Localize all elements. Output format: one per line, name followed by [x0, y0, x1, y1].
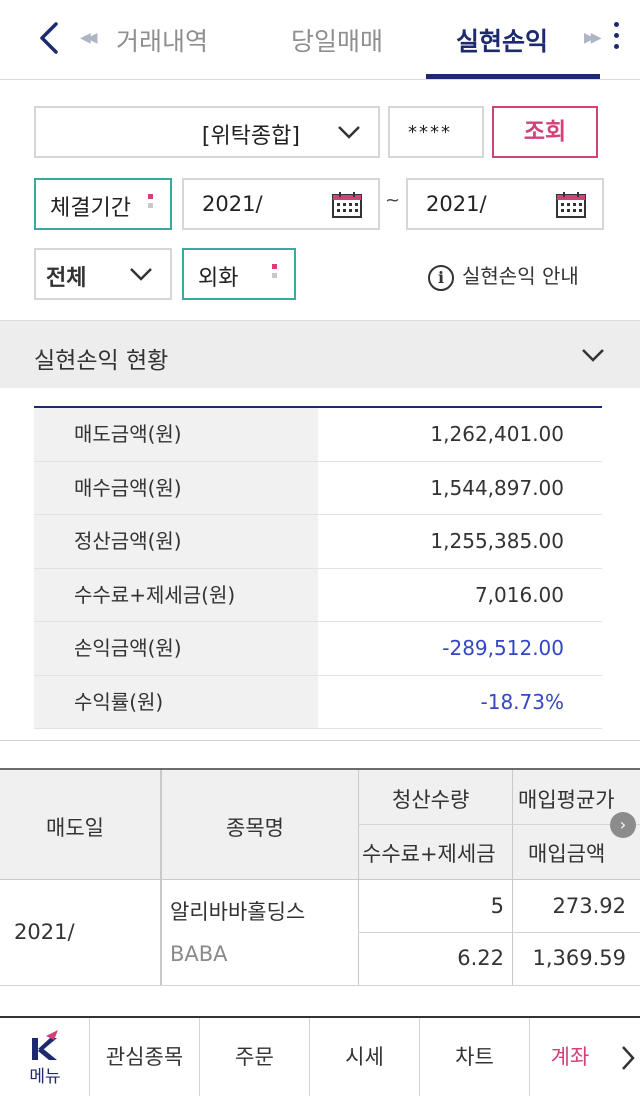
row-divider — [358, 932, 640, 933]
password-field[interactable]: **** — [388, 106, 484, 158]
column-divider — [160, 770, 162, 986]
tab-realized-profit[interactable]: 실현손익 — [456, 22, 548, 58]
cell-stock-name[interactable]: 알리바바홀딩스 — [170, 896, 305, 926]
info-icon: i — [428, 264, 454, 291]
date-from-field[interactable]: 2021/ — [182, 178, 380, 230]
date-to-field[interactable]: 2021/ — [406, 178, 604, 230]
chevron-right-icon[interactable] — [620, 1044, 636, 1072]
summary-label: 손익금액(원) — [34, 622, 318, 675]
trade-kind-select[interactable]: 전체 — [34, 248, 172, 300]
row-divider — [358, 824, 640, 825]
cell-settle-qty: 5 — [490, 894, 504, 918]
period-label: 체결기간 — [50, 196, 131, 221]
more-options-icon[interactable] — [606, 18, 626, 58]
tab-transaction-history[interactable]: 거래내역 — [116, 22, 208, 58]
nav-quotes[interactable]: 시세 — [310, 1018, 420, 1096]
summary-value: 1,255,385.00 — [430, 529, 564, 553]
cell-sell-date: 2021/ — [14, 920, 75, 944]
header-settle-qty: 청산수량 — [392, 788, 470, 812]
header-fee-tax: 수수료+제세금 — [362, 842, 496, 866]
summary-label: 매수금액(원) — [34, 461, 318, 514]
nav-chart[interactable]: 차트 — [420, 1018, 530, 1096]
summary-row: 매도금액(원) 1,262,401.00 — [34, 408, 602, 462]
summary-row: 매수금액(원) 1,544,897.00 — [34, 461, 602, 515]
period-type-select[interactable]: 체결기간 — [34, 178, 172, 230]
menu-label: 메뉴 — [29, 1067, 61, 1087]
summary-label: 수수료+제세금(원) — [34, 568, 318, 621]
scroll-right-icon[interactable]: › — [610, 812, 636, 838]
account-select[interactable]: [위탁종합] — [34, 106, 380, 158]
tab-daily-trades[interactable]: 당일매매 — [291, 22, 383, 58]
nav-watchlist[interactable]: 관심종목 — [90, 1018, 200, 1096]
double-chevron-left-icon[interactable]: ◀◀ — [80, 30, 97, 46]
date-from-value: 2021/ — [202, 192, 263, 216]
summary-label: 수익률(원) — [34, 675, 318, 728]
cell-buy-amount: 1,369.59 — [532, 946, 626, 970]
header-avg-buy-price: 매입평균가 — [518, 788, 615, 812]
column-divider — [512, 770, 513, 986]
summary-label: 매도금액(원) — [34, 408, 318, 461]
row-divider — [0, 985, 640, 986]
dots-icon — [148, 194, 154, 212]
summary-row: 손익금액(원) -289,512.00 — [34, 622, 602, 676]
cell-fee-tax: 6.22 — [457, 946, 504, 970]
summary-value: 1,544,897.00 — [430, 475, 564, 500]
calendar-icon[interactable] — [332, 192, 362, 218]
search-button[interactable]: 조회 — [492, 106, 598, 158]
currency-select[interactable]: 외화 — [182, 248, 296, 300]
date-range-separator: ~ — [385, 190, 401, 211]
trade-kind-value: 전체 — [46, 266, 87, 291]
header-stock-name: 종목명 — [226, 816, 284, 840]
summary-row: 수익률(원) -18.73% — [34, 675, 602, 729]
dots-icon — [272, 264, 278, 282]
summary-value: -18.73% — [480, 689, 564, 714]
calendar-icon[interactable] — [556, 192, 586, 218]
header-sell-date: 매도일 — [46, 816, 104, 840]
header-buy-amount: 매입금액 — [528, 842, 606, 866]
section-title: 실현손익 현황 — [34, 348, 169, 374]
password-mask: **** — [408, 122, 452, 143]
trade-table: 매도일 종목명 청산수량 수수료+제세금 매입평균가 매입금액 › 2021/ … — [0, 768, 640, 986]
chevron-down-icon — [338, 126, 360, 139]
menu-button[interactable]: 메뉴 — [0, 1018, 90, 1096]
back-arrow-icon[interactable] — [30, 18, 70, 58]
nav-account[interactable]: 계좌 — [530, 1018, 610, 1096]
active-tab-indicator — [426, 74, 600, 79]
k-logo-icon — [32, 1030, 58, 1060]
double-chevron-right-icon[interactable]: ▶▶ — [584, 30, 601, 46]
summary-table: 매도금액(원) 1,262,401.00 매수금액(원) 1,544,897.0… — [34, 406, 602, 729]
top-tab-bar: ◀◀ 거래내역 당일매매 실현손익 ▶▶ — [0, 0, 640, 80]
nav-order[interactable]: 주문 — [200, 1018, 310, 1096]
account-type-label: [위탁종합] — [201, 124, 300, 149]
chevron-down-icon[interactable] — [580, 345, 606, 365]
currency-value: 외화 — [198, 266, 239, 291]
column-divider — [358, 770, 359, 986]
date-to-value: 2021/ — [426, 192, 487, 216]
summary-value: 7,016.00 — [474, 582, 564, 607]
summary-row: 수수료+제세금(원) 7,016.00 — [34, 568, 602, 622]
chevron-down-icon — [130, 268, 152, 281]
summary-value: 1,262,401.00 — [430, 422, 564, 446]
cell-avg-buy-price: 273.92 — [552, 894, 626, 918]
realized-profit-summary-header[interactable]: 실현손익 현황 — [0, 320, 640, 388]
info-label: 실현손익 안내 — [462, 264, 579, 288]
bottom-nav: 메뉴 관심종목 주문 시세 차트 계좌 — [0, 1016, 640, 1096]
summary-row: 정산금액(원) 1,255,385.00 — [34, 515, 602, 569]
divider — [0, 740, 640, 741]
summary-value: -289,512.00 — [442, 636, 564, 660]
summary-label: 정산금액(원) — [34, 515, 318, 568]
realized-profit-guide-link[interactable]: i 실현손익 안내 — [428, 260, 579, 291]
cell-ticker: BABA — [170, 942, 228, 966]
